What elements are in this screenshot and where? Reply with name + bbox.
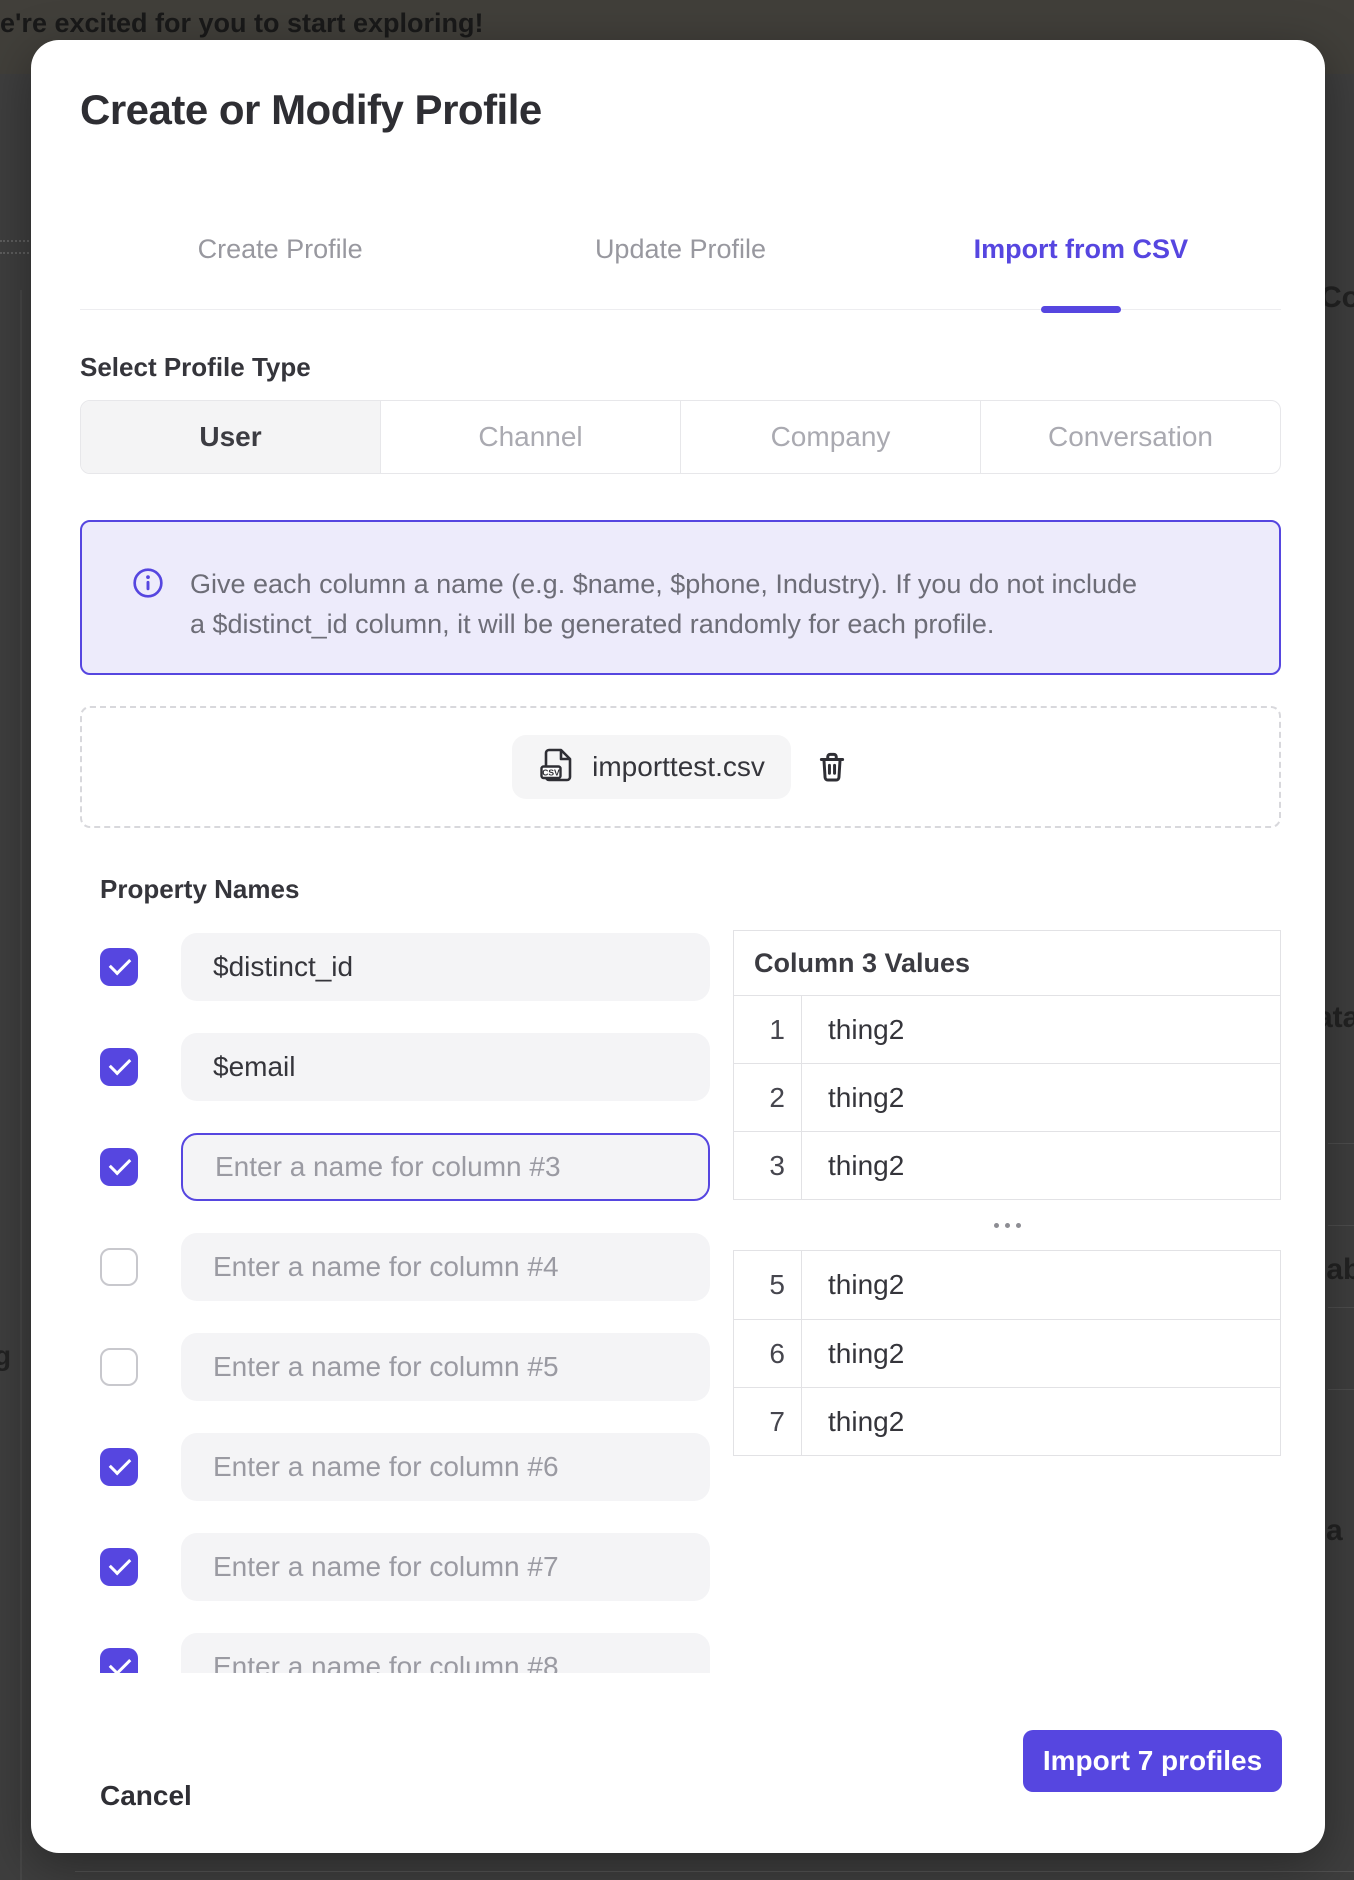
property-names-label: Property Names: [100, 874, 299, 905]
property-name-input[interactable]: [181, 1533, 710, 1601]
property-row: [80, 1033, 710, 1101]
property-checkbox[interactable]: [100, 1148, 138, 1186]
row-index: 6: [734, 1320, 802, 1387]
property-checkbox[interactable]: [100, 1048, 138, 1086]
property-names-scroll-area[interactable]: [80, 933, 710, 1673]
property-checkbox[interactable]: [100, 1648, 138, 1673]
active-tab-underline: [1041, 306, 1121, 313]
property-row: [80, 1333, 710, 1401]
tab-create-profile[interactable]: Create Profile: [80, 218, 480, 309]
tab-label: Create Profile: [198, 234, 363, 265]
csv-dropzone[interactable]: CSV importtest.csv: [80, 706, 1281, 828]
property-checkbox[interactable]: [100, 1348, 138, 1386]
profile-type-company[interactable]: Company: [680, 401, 980, 473]
select-profile-type-label: Select Profile Type: [80, 352, 311, 383]
uploaded-file-chip: CSV importtest.csv: [512, 735, 791, 799]
uploaded-file-name: importtest.csv: [592, 751, 765, 783]
property-name-input[interactable]: [181, 933, 710, 1001]
row-value: thing2: [802, 1132, 1280, 1199]
preview-table-header: Column 3 Values: [734, 931, 1280, 995]
svg-text:CSV: CSV: [542, 767, 560, 777]
property-rows: [80, 933, 710, 1673]
row-value: thing2: [802, 996, 1280, 1063]
rows-ellipsis: [733, 1200, 1281, 1250]
dialog-tabs: Create Profile Update Profile Import fro…: [80, 218, 1281, 310]
dialog-title: Create or Modify Profile: [80, 86, 542, 134]
row-value: thing2: [802, 1388, 1280, 1455]
property-name-input[interactable]: [181, 1133, 710, 1201]
property-name-input[interactable]: [181, 1333, 710, 1401]
row-index: 7: [734, 1388, 802, 1455]
tab-label: Import from CSV: [974, 234, 1189, 265]
background-row-line: [1328, 1389, 1354, 1390]
background-banner-text: e're excited for you to start exploring!: [0, 8, 484, 39]
property-checkbox[interactable]: [100, 1548, 138, 1586]
row-value: thing2: [802, 1320, 1280, 1387]
preview-table-bottom: 5 thing2 6 thing2 7 thing2: [733, 1250, 1281, 1456]
background-row-line: [1328, 1143, 1354, 1144]
background-table-line: [20, 290, 22, 1880]
preview-table-row: 1 thing2: [734, 995, 1280, 1063]
import-profiles-button[interactable]: Import 7 profiles: [1023, 1730, 1282, 1792]
background-row-line: [1328, 1225, 1354, 1226]
property-name-input[interactable]: [181, 1633, 710, 1673]
info-icon: [132, 567, 164, 604]
preview-table-row: 7 thing2: [734, 1387, 1280, 1455]
row-value: thing2: [802, 1064, 1280, 1131]
property-name-input[interactable]: [181, 1033, 710, 1101]
preview-table-row: 3 thing2: [734, 1131, 1280, 1199]
profile-type-switcher: User Channel Company Conversation: [80, 400, 1281, 474]
tab-update-profile[interactable]: Update Profile: [480, 218, 880, 309]
property-row: [80, 1233, 710, 1301]
property-checkbox[interactable]: [100, 1248, 138, 1286]
row-index: 3: [734, 1132, 802, 1199]
property-checkbox[interactable]: [100, 948, 138, 986]
tab-import-from-csv[interactable]: Import from CSV: [881, 218, 1281, 309]
background-row-line: [1328, 1307, 1354, 1308]
preview-table-row: 6 thing2: [734, 1319, 1280, 1387]
row-value: thing2: [802, 1251, 1280, 1319]
preview-table-top: Column 3 Values 1 thing2 2 thing2 3 thin…: [733, 930, 1281, 1200]
background-bottom-line: [75, 1871, 1354, 1872]
delete-file-button[interactable]: [815, 750, 849, 784]
property-name-input[interactable]: [181, 1433, 710, 1501]
preview-table-row: 5 thing2: [734, 1251, 1280, 1319]
property-checkbox[interactable]: [100, 1448, 138, 1486]
property-name-input[interactable]: [181, 1233, 710, 1301]
info-banner-text: Give each column a name (e.g. $name, $ph…: [190, 564, 1150, 644]
row-index: 5: [734, 1251, 802, 1319]
row-index: 1: [734, 996, 802, 1063]
profile-type-conversation[interactable]: Conversation: [980, 401, 1280, 473]
property-row: [80, 1633, 710, 1673]
profile-type-user[interactable]: User: [81, 401, 380, 473]
tab-label: Update Profile: [595, 234, 766, 265]
preview-table-row: 2 thing2: [734, 1063, 1280, 1131]
row-index: 2: [734, 1064, 802, 1131]
property-row: [80, 1133, 710, 1201]
cancel-button[interactable]: Cancel: [100, 1780, 192, 1812]
csv-file-icon: CSV: [538, 746, 576, 789]
property-row: [80, 933, 710, 1001]
profile-type-channel[interactable]: Channel: [380, 401, 680, 473]
create-or-modify-profile-dialog: Create or Modify Profile Create Profile …: [31, 40, 1325, 1853]
property-row: [80, 1533, 710, 1601]
column-naming-info-banner: Give each column a name (e.g. $name, $ph…: [80, 520, 1281, 675]
property-row: [80, 1433, 710, 1501]
column-values-preview: Column 3 Values 1 thing2 2 thing2 3 thin…: [733, 930, 1281, 1456]
